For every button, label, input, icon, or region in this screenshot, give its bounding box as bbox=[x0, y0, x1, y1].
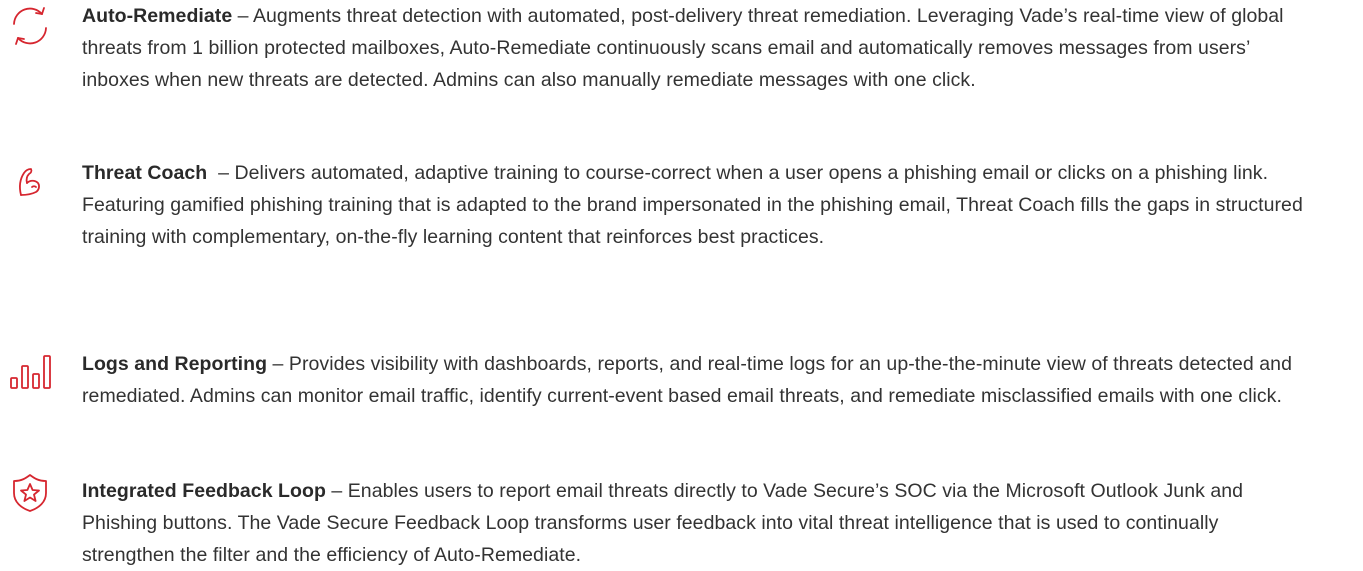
feature-separator: – bbox=[232, 5, 253, 27]
shield-star-icon bbox=[8, 471, 52, 515]
feature-text: Threat Coach – Delivers automated, adapt… bbox=[82, 157, 1312, 253]
feature-title: Auto-Remediate bbox=[82, 5, 233, 27]
refresh-icon bbox=[8, 4, 52, 48]
feature-title: Threat Coach bbox=[82, 162, 208, 184]
feature-title: Integrated Feedback Loop bbox=[82, 480, 326, 502]
feature-separator: – bbox=[325, 480, 348, 502]
feature-text: Integrated Feedback Loop – Enables users… bbox=[82, 475, 1312, 571]
feature-separator: – bbox=[267, 353, 289, 375]
feature-separator: – bbox=[207, 162, 235, 184]
flexed-arm-icon bbox=[8, 159, 52, 203]
feature-description: Delivers automated, adaptive training to… bbox=[82, 162, 1303, 248]
bar-chart-icon bbox=[8, 348, 52, 392]
feature-title: Logs and Reporting bbox=[82, 353, 268, 375]
feature-text: Auto-Remediate – Augments threat detecti… bbox=[82, 0, 1312, 96]
feature-text: Logs and Reporting – Provides visibility… bbox=[82, 348, 1312, 412]
feature-description: Augments threat detection with automated… bbox=[82, 5, 1284, 91]
